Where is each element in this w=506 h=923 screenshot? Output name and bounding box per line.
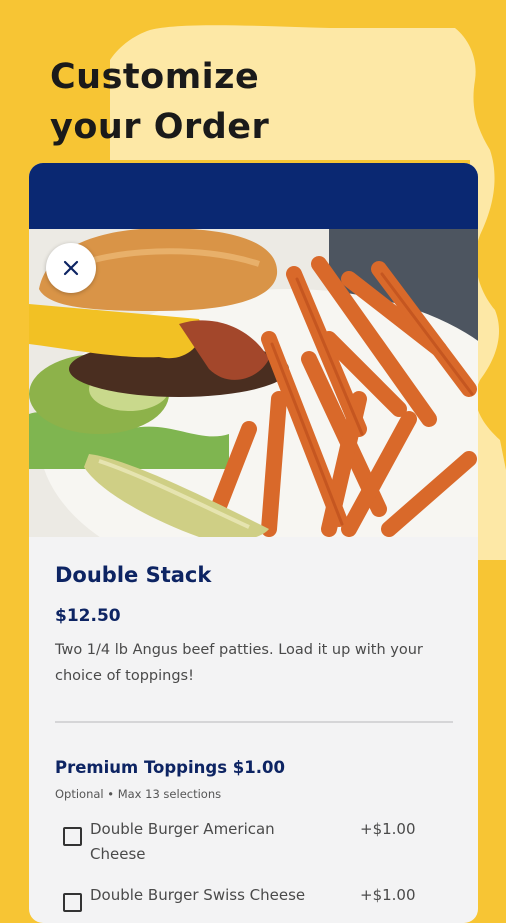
option-label: Double Burger American Cheese: [90, 820, 275, 863]
page-headline: Customize your Order: [50, 52, 269, 152]
card-header-bar: [29, 163, 478, 229]
option-row[interactable]: Double Burger Swiss Cheese +$1.00: [55, 885, 455, 923]
modifier-group-subtitle: Optional • Max 13 selections: [55, 787, 222, 801]
option-row[interactable]: Double Burger American Cheese +$1.00: [55, 819, 455, 871]
option-label: Double Burger Swiss Cheese: [90, 886, 306, 904]
item-photo: [29, 229, 478, 537]
close-icon: [63, 260, 79, 276]
modifier-group-title: Premium Toppings $1.00: [55, 758, 285, 777]
checkbox-icon[interactable]: [63, 893, 82, 912]
section-divider: [55, 721, 453, 723]
headline-line-2: your Order: [50, 107, 270, 147]
burger-and-fries-image: [29, 229, 478, 537]
option-price: +$1.00: [360, 820, 416, 838]
checkbox-icon[interactable]: [63, 827, 82, 846]
item-name: Double Stack: [55, 563, 212, 587]
item-description: Two 1/4 lb Angus beef patties. Load it u…: [55, 642, 423, 684]
item-price: $12.50: [55, 606, 121, 626]
close-button[interactable]: [46, 243, 96, 293]
headline-line-1: Customize: [50, 57, 260, 97]
item-detail-card: Double Stack $12.50 Two 1/4 lb Angus bee…: [29, 163, 478, 923]
option-price: +$1.00: [360, 886, 416, 904]
